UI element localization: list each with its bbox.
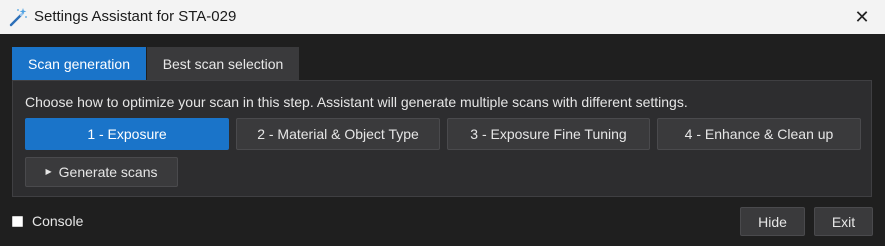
title-bar: Settings Assistant for STA-029 ✕ <box>0 0 885 34</box>
console-toggle[interactable]: Console <box>12 213 83 229</box>
step-exposure-fine-tuning-button[interactable]: 3 - Exposure Fine Tuning <box>447 118 650 150</box>
step-exposure-button[interactable]: 1 - Exposure <box>25 118 229 150</box>
tab-scan-generation[interactable]: Scan generation <box>12 47 146 80</box>
console-label: Console <box>32 213 84 229</box>
tab-best-scan-selection[interactable]: Best scan selection <box>147 47 299 80</box>
magic-wand-icon <box>8 7 28 27</box>
step-material-object-type-button[interactable]: 2 - Material & Object Type <box>236 118 440 150</box>
instructions-text: Choose how to optimize your scan in this… <box>25 94 688 110</box>
step-enhance-clean-up-button[interactable]: 4 - Enhance & Clean up <box>657 118 861 150</box>
hide-button[interactable]: Hide <box>740 207 805 236</box>
window-title: Settings Assistant for STA-029 <box>34 8 237 25</box>
console-checkbox[interactable] <box>12 215 23 227</box>
close-button[interactable]: ✕ <box>839 0 885 34</box>
play-icon: ▶ <box>45 167 52 176</box>
generate-scans-button[interactable]: ▶ Generate scans <box>25 157 178 187</box>
generate-scans-label: Generate scans <box>58 164 158 180</box>
exit-button[interactable]: Exit <box>814 207 873 236</box>
close-icon: ✕ <box>854 6 870 27</box>
